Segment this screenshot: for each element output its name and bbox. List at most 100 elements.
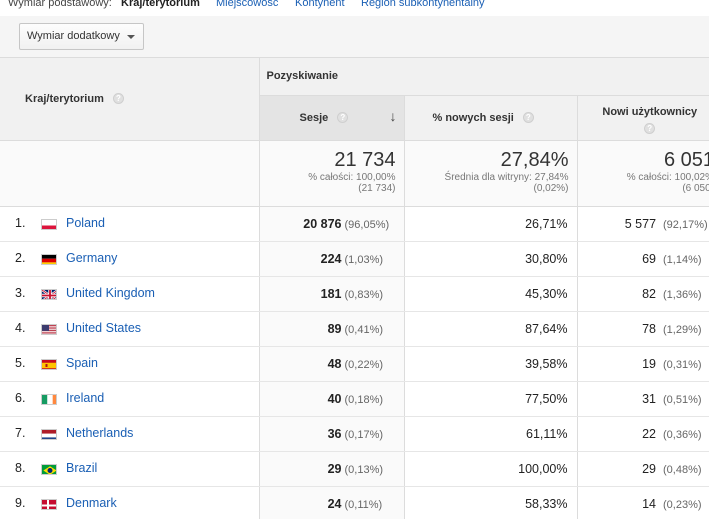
- sessions-value: 181: [320, 286, 342, 301]
- country-link[interactable]: Netherlands: [66, 426, 133, 440]
- new-users-cell: 31 (0,51%): [577, 381, 709, 417]
- country-cell: 8. Brazil: [0, 451, 260, 487]
- sessions-cell: 181 (0,83%): [259, 276, 405, 312]
- new-sessions-header-label: % nowych sesji: [432, 111, 514, 124]
- table-row: 9. Denmark 24 (0,11%) 58,33% 14 (0,23%): [0, 486, 709, 519]
- new-users-cell: 14 (0,23%): [577, 486, 709, 519]
- new-sessions-value: 61,11%: [526, 426, 568, 441]
- new-users-cell: 78 (1,29%): [577, 311, 709, 347]
- help-icon[interactable]: ?: [112, 93, 124, 105]
- country-cell: 4. United States: [0, 311, 260, 347]
- sessions-cell: 36 (0,17%): [259, 416, 405, 452]
- primary-dimension-label: Wymiar podstawowy:: [8, 0, 112, 9]
- new-users-share: (0,51%): [663, 393, 702, 406]
- sessions-cell: 20 876 (96,05%): [259, 206, 405, 242]
- new-users-share: (0,31%): [663, 358, 702, 371]
- country-link[interactable]: United States: [66, 321, 141, 335]
- country-link[interactable]: Ireland: [66, 391, 104, 405]
- new-users-value: 14: [642, 496, 657, 511]
- country-link[interactable]: Spain: [66, 356, 98, 370]
- table-row: 3. United Kingdom 181 (0,83%) 45,30% 82 (1,36%…: [0, 276, 709, 312]
- new-users-share: (92,17%): [663, 218, 708, 231]
- sessions-value: 89: [327, 321, 342, 336]
- sessions-share: (1,03%): [344, 253, 384, 266]
- row-index: 7.: [15, 425, 26, 440]
- row-index: 4.: [15, 320, 26, 335]
- sessions-total-value: 21 734: [334, 148, 396, 171]
- sessions-cell: 48 (0,22%): [259, 346, 405, 382]
- new-sessions-column-header[interactable]: % nowych sesji ?: [404, 95, 578, 141]
- country-link[interactable]: United Kingdom: [66, 286, 155, 300]
- country-link[interactable]: Denmark: [66, 496, 117, 510]
- new-users-share: (1,14%): [663, 253, 702, 266]
- primary-dimension-bar: Wymiar podstawowy: Kraj/terytorium Miejs…: [0, 0, 709, 16]
- new-users-share: (1,29%): [663, 323, 702, 336]
- new-users-value: 78: [642, 321, 657, 336]
- new-sessions-value: 26,71%: [525, 216, 568, 231]
- row-index: 6.: [15, 390, 26, 405]
- sessions-value: 48: [327, 356, 342, 371]
- country-link[interactable]: Germany: [66, 251, 117, 265]
- germany-flag-icon: [41, 253, 57, 265]
- chevron-down-icon: [127, 35, 135, 39]
- acquisition-group-header: Pozyskiwanie: [259, 58, 709, 96]
- new-sessions-diff: (0,02%): [533, 182, 569, 194]
- new-users-share: (0,36%): [663, 428, 702, 441]
- new-sessions-value: 30,80%: [525, 251, 568, 266]
- new-users-value: 5 577: [624, 216, 657, 231]
- help-icon[interactable]: ?: [337, 112, 349, 124]
- dimension-link-continent[interactable]: Kontynent: [295, 0, 345, 9]
- poland-flag-icon: [41, 218, 57, 230]
- sessions-value: 24: [327, 496, 342, 511]
- primary-dimension-current: Kraj/terytorium: [121, 0, 200, 9]
- row-index: 5.: [15, 355, 26, 370]
- sort-descending-icon[interactable]: ↓: [390, 108, 397, 124]
- country-cell: 1. Poland: [0, 206, 260, 242]
- country-cell: 3. United Kingdom: [0, 276, 260, 312]
- new-sessions-cell: 45,30%: [404, 276, 578, 312]
- new-sessions-cell: 100,00%: [404, 451, 578, 487]
- new-sessions-value: 77,50%: [525, 391, 568, 406]
- new-users-column-header[interactable]: Nowi użytkownicy ?: [577, 95, 709, 141]
- sessions-share: (0,17%): [344, 428, 384, 441]
- new-sessions-cell: 77,50%: [404, 381, 578, 417]
- sessions-value: 40: [327, 391, 342, 406]
- help-icon[interactable]: ?: [644, 122, 656, 134]
- sessions-cell: 224 (1,03%): [259, 241, 405, 277]
- ireland-flag-icon: [41, 393, 57, 405]
- new-users-total-value: 6 051: [663, 148, 709, 171]
- new-users-value: 69: [642, 251, 657, 266]
- sessions-cell: 24 (0,11%): [259, 486, 405, 519]
- new-sessions-cell: 58,33%: [404, 486, 578, 519]
- sessions-share: (0,22%): [344, 358, 384, 371]
- new-users-cell: 22 (0,36%): [577, 416, 709, 452]
- sessions-column-header[interactable]: Sesje ? ↓: [259, 95, 405, 141]
- dimension-column-header[interactable]: Kraj/terytorium ?: [0, 58, 260, 141]
- secondary-dimension-dropdown[interactable]: Wymiar dodatkowy: [19, 23, 144, 50]
- sessions-cell: 40 (0,18%): [259, 381, 405, 417]
- new-sessions-cell: 61,11%: [404, 416, 578, 452]
- report-table: Kraj/terytorium ? Pozyskiwanie Sesje ? ↓…: [0, 58, 709, 519]
- table-row: 1. Poland 20 876 (96,05%) 26,71% 5 577 (92,17%…: [0, 206, 709, 242]
- dimension-link-subcontinent[interactable]: Region subkontynentalny: [361, 0, 485, 9]
- sessions-total-count: (21 734): [358, 182, 396, 194]
- new-sessions-cell: 30,80%: [404, 241, 578, 277]
- new-users-cell: 5 577 (92,17%): [577, 206, 709, 242]
- new-users-header-label: Nowi użytkownicy: [602, 106, 698, 118]
- country-link[interactable]: Brazil: [66, 461, 97, 475]
- row-index: 9.: [15, 495, 26, 510]
- new-sessions-site-average: Średnia dla witryny: 27,84%: [444, 171, 569, 183]
- new-users-share: (1,36%): [663, 288, 702, 301]
- help-icon[interactable]: ?: [522, 112, 534, 124]
- new-sessions-value: 45,30%: [525, 286, 568, 301]
- dimension-header-label: Kraj/terytorium: [25, 92, 104, 105]
- new-users-value: 29: [642, 461, 657, 476]
- new-users-cell: 82 (1,36%): [577, 276, 709, 312]
- sessions-cell: 89 (0,41%): [259, 311, 405, 347]
- country-link[interactable]: Poland: [66, 216, 105, 230]
- sessions-value: 224: [320, 251, 342, 266]
- dimension-link-city[interactable]: Miejscowość: [216, 0, 278, 9]
- new-users-total-share: % całości: 100,02%: [626, 171, 709, 183]
- sessions-header-label: Sesje: [299, 111, 329, 124]
- new-sessions-cell: 39,58%: [404, 346, 578, 382]
